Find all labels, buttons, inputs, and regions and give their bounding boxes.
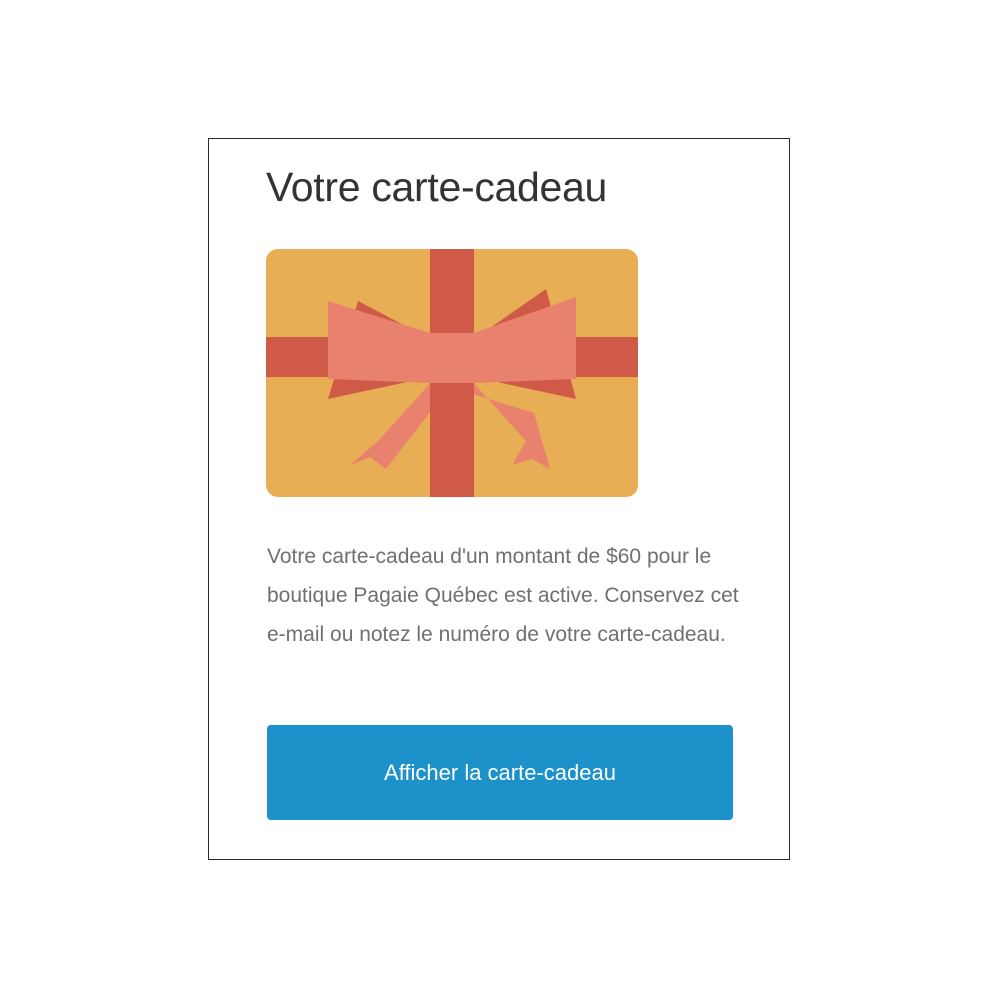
gift-card-panel: Votre carte-cadeau Votre carte-cadeau d'… [208,138,790,860]
view-gift-card-button[interactable]: Afficher la carte-cadeau [267,725,733,820]
gift-card-illustration-icon [266,249,638,497]
bow-knot [428,333,476,383]
gift-card-message: Votre carte-cadeau d'un montant de $60 p… [267,545,739,646]
page-title: Votre carte-cadeau [266,164,608,210]
